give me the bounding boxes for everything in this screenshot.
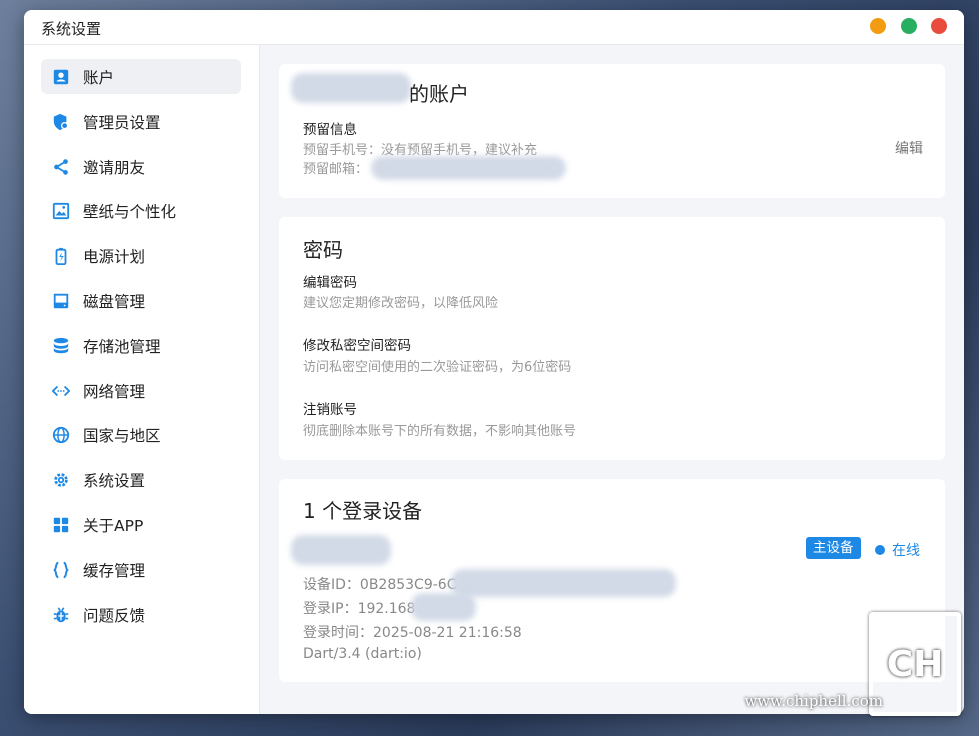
sidebar-item-label: 国家与地区 [83,426,161,445]
edit-password-desc: 建议您定期修改密码，以降低风险 [303,296,499,311]
sidebar-item-label: 关于APP [83,516,144,535]
edit-password-item[interactable]: 编辑密码 [303,271,357,291]
account-card-title: 的账户 [409,82,469,106]
redacted-device-name [291,535,391,565]
reserved-info-label: 预留信息 [303,122,357,138]
password-card-title: 密码 [303,238,343,262]
redacted-ip [411,593,476,621]
sidebar-item-wallpaper[interactable]: 壁纸与个性化 [41,193,241,228]
delete-account-desc: 彻底删除本账号下的所有数据，不影响其他账号 [303,424,577,439]
device-id: 设备ID：0B2853C9-6C [303,577,457,593]
sidebar-item-region[interactable]: 国家与地区 [41,417,241,452]
sidebar-item-label: 问题反馈 [83,606,146,625]
sidebar-item-feedback[interactable]: 问题反馈 [41,597,241,632]
sidebar-item-label: 壁纸与个性化 [83,202,177,221]
settings-window: 系统设置 账户 管理员设置 邀请朋友 壁纸与个性化 电源计划 磁盘管理 存储池管… [24,10,964,714]
gear-icon [51,470,71,490]
sidebar-item-admin[interactable]: 管理员设置 [41,104,241,139]
watermark-text: www.chiphell.com [744,692,883,710]
delete-account-item[interactable]: 注销账号 [303,398,357,418]
devices-card-title: 1 个登录设备 [303,499,423,523]
minimize-button[interactable] [870,18,886,34]
online-dot-icon [875,545,885,555]
redacted-device-id [451,569,676,597]
sidebar-item-disk[interactable]: 磁盘管理 [41,283,241,318]
sidebar-item-storage-pool[interactable]: 存储池管理 [41,328,241,363]
sidebar-item-label: 存储池管理 [83,337,161,356]
reserved-email-label: 预留邮箱： [303,162,369,177]
globe-icon [51,425,71,445]
sidebar-item-cache[interactable]: 缓存管理 [41,552,241,587]
login-ip: 登录IP：192.168 [303,601,416,617]
sidebar-item-system[interactable]: 系统设置 [41,462,241,497]
window-title: 系统设置 [41,20,102,38]
account-card: 的账户 预留信息 预留手机号：没有预留手机号，建议补充 预留邮箱： 编辑 [279,64,945,198]
sidebar-item-invite[interactable]: 邀请朋友 [41,149,241,184]
client-agent: Dart/3.4 (dart:io) [303,646,422,662]
braces-icon [51,560,71,580]
bug-icon [51,605,71,625]
sidebar: 账户 管理员设置 邀请朋友 壁纸与个性化 电源计划 磁盘管理 存储池管理 网络管… [24,45,260,714]
login-devices-card: 1 个登录设备 主设备 在线 设备ID：0B2853C9-6C 登录IP：192… [279,479,945,682]
login-time: 登录时间：2025-08-21 21:16:58 [303,625,522,641]
private-space-password-item[interactable]: 修改私密空间密码 [303,334,411,354]
sidebar-item-label: 邀请朋友 [83,158,146,177]
title-bar: 系统设置 [24,10,964,45]
sidebar-item-label: 缓存管理 [83,561,146,580]
sidebar-item-label: 磁盘管理 [83,292,146,311]
maximize-button[interactable] [901,18,917,34]
app-grid-icon [51,515,71,535]
battery-icon [51,246,71,266]
redacted-email [371,156,566,180]
password-card: 密码 编辑密码 建议您定期修改密码，以降低风险 修改私密空间密码 访问私密空间使… [279,217,945,460]
sidebar-item-power[interactable]: 电源计划 [41,238,241,273]
sidebar-item-label: 电源计划 [83,247,146,266]
sidebar-item-network[interactable]: 网络管理 [41,373,241,408]
share-icon [51,157,71,177]
sidebar-item-label: 账户 [83,68,115,87]
private-space-password-desc: 访问私密空间使用的二次验证密码，为6位密码 [303,360,572,375]
edit-button[interactable]: 编辑 [895,138,923,158]
account-icon [51,67,71,87]
disk-icon [51,291,71,311]
primary-device-badge: 主设备 [806,537,861,559]
network-icon [51,381,71,401]
sidebar-item-label: 网络管理 [83,382,146,401]
redacted-username [291,73,411,103]
online-status: 在线 [875,540,920,560]
sidebar-item-about[interactable]: 关于APP [41,507,241,542]
admin-shield-icon [51,112,71,132]
online-status-label: 在线 [892,543,920,559]
sidebar-item-account[interactable]: 账户 [41,59,241,94]
sidebar-item-label: 管理员设置 [83,113,161,132]
sidebar-item-label: 系统设置 [83,471,146,490]
wallpaper-icon [51,201,71,221]
close-button[interactable] [931,18,947,34]
database-icon [51,336,71,356]
